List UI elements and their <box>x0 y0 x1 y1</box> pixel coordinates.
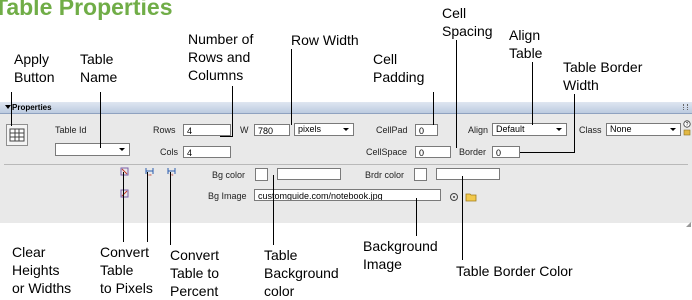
callout-cell-padding: Cell Padding <box>373 51 425 85</box>
table-icon <box>9 128 25 142</box>
pointer-line <box>520 152 575 153</box>
bgimage-field[interactable]: customguide.com/notebook.jpg <box>254 189 441 201</box>
chevron-down-icon <box>670 128 676 131</box>
callout-row-width: Row Width <box>291 32 359 48</box>
point-to-file-icon[interactable] <box>449 189 459 207</box>
width-unit-value: pixels <box>298 124 322 134</box>
pointer-line <box>220 136 233 137</box>
align-value: Default <box>496 124 525 134</box>
pointer-line <box>147 172 148 242</box>
cellpad-field[interactable]: 0 <box>415 124 438 136</box>
callout-cell-spacing: Cell Spacing <box>442 5 493 39</box>
callout-rows-columns: Number of Rows and Columns <box>188 31 254 83</box>
pointer-line <box>462 176 463 260</box>
callout-convert-percent: Convert Table to Percent <box>170 247 220 299</box>
bgcolor-label: Bg color <box>212 170 246 180</box>
page-title: Table Properties <box>0 0 173 20</box>
properties-panel: Properties Table Id Rows 4 Cols 4 W 780 … <box>0 102 692 227</box>
pointer-line <box>456 40 457 148</box>
brdrcolor-label: Brdr color <box>365 170 405 180</box>
pointer-line <box>433 92 434 125</box>
panel-grip-icon[interactable] <box>683 104 688 110</box>
border-field[interactable]: 0 <box>492 146 520 158</box>
rows-label: Rows <box>153 125 176 135</box>
callout-clear-heights: Clear Heights or Widths <box>12 244 72 296</box>
panel-divider <box>4 164 688 165</box>
rows-field[interactable]: 4 <box>183 124 231 136</box>
callout-table-border-color: Table Border Color <box>456 263 573 279</box>
clear-widths-icon[interactable] <box>120 189 129 200</box>
callout-table-bg-color: Table Background color <box>264 247 339 299</box>
pointer-line <box>123 172 124 242</box>
callout-background-image: Background Image <box>363 238 438 272</box>
width-unit-dropdown[interactable]: pixels <box>294 123 354 136</box>
pointer-line <box>532 62 533 125</box>
clear-heights-icon[interactable] <box>120 167 129 178</box>
callout-align-table: Align Table <box>509 27 543 61</box>
help-icon[interactable]: ? <box>683 120 691 138</box>
chevron-down-icon <box>119 148 125 151</box>
pointer-line <box>273 175 274 245</box>
properties-header[interactable]: Properties <box>0 102 692 114</box>
table-id-dropdown[interactable] <box>55 143 130 156</box>
resize-grip-icon[interactable] <box>686 214 691 232</box>
brdrcolor-swatch[interactable] <box>414 168 427 181</box>
callout-table-border-width: Table Border Width <box>563 59 643 93</box>
pointer-line <box>574 94 575 152</box>
class-label: Class <box>579 125 602 135</box>
align-dropdown[interactable]: Default <box>492 123 567 136</box>
bgimage-label: Bg Image <box>208 191 247 201</box>
chevron-down-icon <box>556 128 562 131</box>
pointer-line <box>11 92 12 126</box>
chevron-down-icon <box>343 128 349 131</box>
class-value: None <box>610 124 632 134</box>
pointer-line <box>291 49 292 125</box>
callout-convert-pixels: Convert Table to Pixels <box>100 244 153 296</box>
apply-button[interactable] <box>6 124 28 146</box>
callout-apply-button: Apply Button <box>14 51 55 85</box>
callout-table-name: Table Name <box>80 51 118 85</box>
pointer-line <box>416 198 417 236</box>
width-label: W <box>240 125 249 135</box>
pointer-line <box>232 86 233 136</box>
convert-to-percent-icon[interactable]: % <box>167 167 176 178</box>
class-dropdown[interactable]: None <box>606 123 681 136</box>
svg-text:?: ? <box>686 122 689 128</box>
width-field[interactable]: 780 <box>254 124 290 136</box>
border-label: Border <box>459 147 487 157</box>
bgcolor-field[interactable] <box>277 168 341 180</box>
cols-label: Cols <box>160 147 179 157</box>
folder-icon[interactable] <box>465 189 477 207</box>
table-id-label: Table Id <box>55 125 87 135</box>
align-label: Align <box>468 125 489 135</box>
svg-text:px: px <box>147 172 151 176</box>
cellspace-label: CellSpace <box>366 147 408 157</box>
bgcolor-swatch[interactable] <box>255 168 268 181</box>
cellpad-label: CellPad <box>376 125 408 135</box>
brdrcolor-field[interactable] <box>436 168 500 180</box>
cols-field[interactable]: 4 <box>183 146 231 158</box>
pointer-line <box>170 172 171 245</box>
properties-header-label: Properties <box>12 103 52 112</box>
pointer-line <box>100 92 101 148</box>
cellspace-field[interactable]: 0 <box>415 146 451 158</box>
